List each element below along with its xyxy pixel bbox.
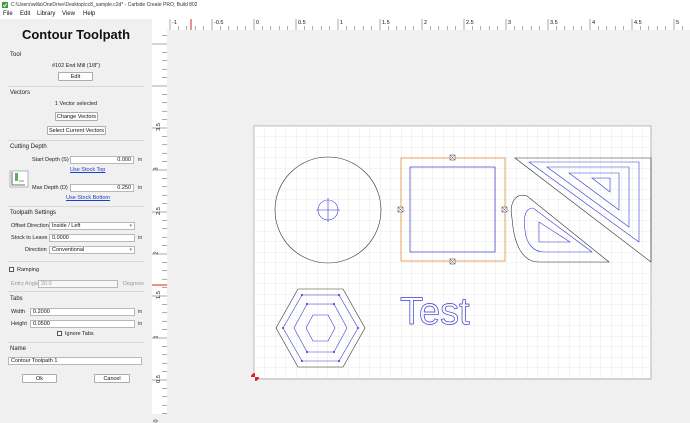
direction-value: Conventional: [52, 247, 85, 253]
tab-height-unit: in: [138, 321, 143, 327]
tab-height-input[interactable]: 0.0500: [30, 320, 135, 328]
stock-to-leave-label: Stock to Leave: [11, 235, 48, 241]
ok-button[interactable]: Ok: [22, 374, 57, 383]
horizontal-ruler-ticks: [169, 19, 683, 30]
ramping-checkbox[interactable]: [9, 267, 14, 272]
tabs-heading: Tabs: [10, 296, 23, 302]
stock-to-leave-input[interactable]: 0.0000: [49, 234, 135, 242]
divider: [8, 86, 144, 87]
ruler-tick-label: 1: [340, 20, 344, 26]
chevron-down-icon: ▾: [129, 223, 132, 229]
ruler-tick-label: 0.5: [298, 20, 306, 26]
carbide-create-app-icon: [2, 2, 8, 8]
divider: [8, 342, 144, 343]
start-depth-label: Start Depth (S): [32, 157, 69, 163]
window-title: C:\Users\willa\OneDrive\Desktop\cc8_samp…: [11, 2, 198, 8]
entry-angle-unit: Degrees: [123, 281, 144, 287]
select-current-vectors-button[interactable]: Select Current Vectors: [47, 126, 106, 135]
contour-toolpath-panel: Contour Toolpath Tool #102 End Mill (1/8…: [0, 19, 152, 414]
ruler-tick-label: 4: [592, 20, 596, 26]
menu-library[interactable]: Library: [37, 11, 55, 17]
edit-tool-button[interactable]: Edit: [58, 72, 93, 81]
entry-angle-label: Entry Angle: [11, 281, 40, 287]
ruler-tick-label: 0.5: [155, 375, 162, 383]
ruler-tick-label: 3: [153, 167, 160, 171]
ruler-tick-label: 3: [508, 20, 512, 26]
offset-direction-label: Offset Direction: [11, 223, 49, 229]
menu-edit[interactable]: Edit: [20, 11, 30, 17]
use-stock-top-link[interactable]: Use Stock Top: [70, 167, 105, 173]
divider: [8, 206, 144, 207]
ignore-tabs-checkbox[interactable]: [57, 331, 62, 336]
divider: [8, 140, 144, 141]
ignore-tabs-label: Ignore Tabs: [65, 331, 94, 337]
tab-height-label: Height: [11, 321, 27, 327]
design-canvas[interactable]: Test: [167, 30, 690, 414]
divider: [8, 291, 144, 292]
title-bar: C:\Users\willa\OneDrive\Desktop\cc8_samp…: [0, 0, 690, 10]
ruler-tick-label: 4.5: [634, 20, 642, 26]
offset-direction-value: Inside / Left: [52, 223, 81, 229]
offset-direction-select[interactable]: Inside / Left ▾: [49, 222, 135, 230]
menu-file[interactable]: File: [3, 11, 13, 17]
direction-label: Direction: [25, 247, 47, 253]
menu-view[interactable]: View: [62, 11, 75, 17]
ruler-tick-label: 1.5: [382, 20, 390, 26]
start-depth-unit: in: [138, 157, 143, 163]
ruler-tick-label: -0.5: [214, 20, 224, 26]
divider: [8, 261, 144, 262]
canvas-drawing[interactable]: Test: [167, 30, 690, 414]
ruler-tick-label: 1.5: [155, 291, 162, 299]
origin-marker-icon: [251, 373, 259, 381]
menu-bar: File Edit Library View Help: [0, 10, 690, 19]
max-depth-label: Max Depth (D): [32, 185, 68, 191]
start-depth-input[interactable]: 0.000: [70, 156, 134, 164]
toolpath-name-input[interactable]: Contour Toolpath 1: [8, 357, 142, 365]
ruler-tick-label: 1: [153, 335, 160, 339]
use-stock-bottom-link[interactable]: Use Stock Bottom: [66, 195, 110, 201]
ruler-tick-label: 0: [256, 20, 260, 26]
ruler-tick-label: 3.5: [155, 123, 162, 131]
cancel-button[interactable]: Cancel: [94, 374, 130, 383]
test-text-vector[interactable]: Test: [400, 291, 471, 334]
menu-help[interactable]: Help: [83, 11, 95, 17]
ruler-tick-label: 5: [676, 20, 680, 26]
vertical-ruler-ticks: [152, 35, 167, 414]
entry-angle-input: 20.0: [38, 280, 118, 288]
tab-width-unit: in: [138, 309, 143, 315]
ramping-label: Ramping: [17, 267, 40, 273]
toolpath-settings-heading: Toolpath Settings: [10, 210, 57, 216]
max-depth-unit: in: [138, 185, 143, 191]
direction-select[interactable]: Conventional ▾: [49, 246, 135, 254]
name-heading: Name: [10, 346, 27, 352]
ruler-tick-label: 2.5: [155, 207, 162, 215]
tool-heading: Tool: [10, 52, 22, 58]
ruler-tick-label: 2.5: [466, 20, 474, 26]
vertical-ruler: 3.5 3 2.5 2 1.5 1 0.5 0: [152, 30, 168, 423]
panel-title: Contour Toolpath: [21, 27, 131, 42]
tool-name: #102 End Mill (1/8"): [51, 63, 101, 69]
ruler-tick-label: 3.5: [550, 20, 558, 26]
change-vectors-button[interactable]: Change Vectors: [55, 112, 98, 121]
ruler-tick-label: 2: [153, 251, 160, 255]
vectors-heading: Vectors: [10, 90, 31, 96]
chevron-down-icon: ▾: [129, 247, 132, 253]
tab-width-input[interactable]: 0.2000: [30, 308, 135, 316]
ruler-tick-label: -1: [172, 20, 177, 26]
stock-to-leave-unit: in: [138, 235, 143, 241]
max-depth-input[interactable]: 0.250: [70, 184, 134, 192]
depth-diagram-icon: [9, 169, 29, 189]
vector-count: 1 Vector selected: [54, 101, 98, 107]
ruler-tick-label: 0: [153, 419, 160, 423]
ruler-tick-label: 2: [424, 20, 428, 26]
tab-width-label: Width: [11, 309, 26, 315]
cutting-depth-heading: Cutting Depth: [10, 144, 47, 150]
